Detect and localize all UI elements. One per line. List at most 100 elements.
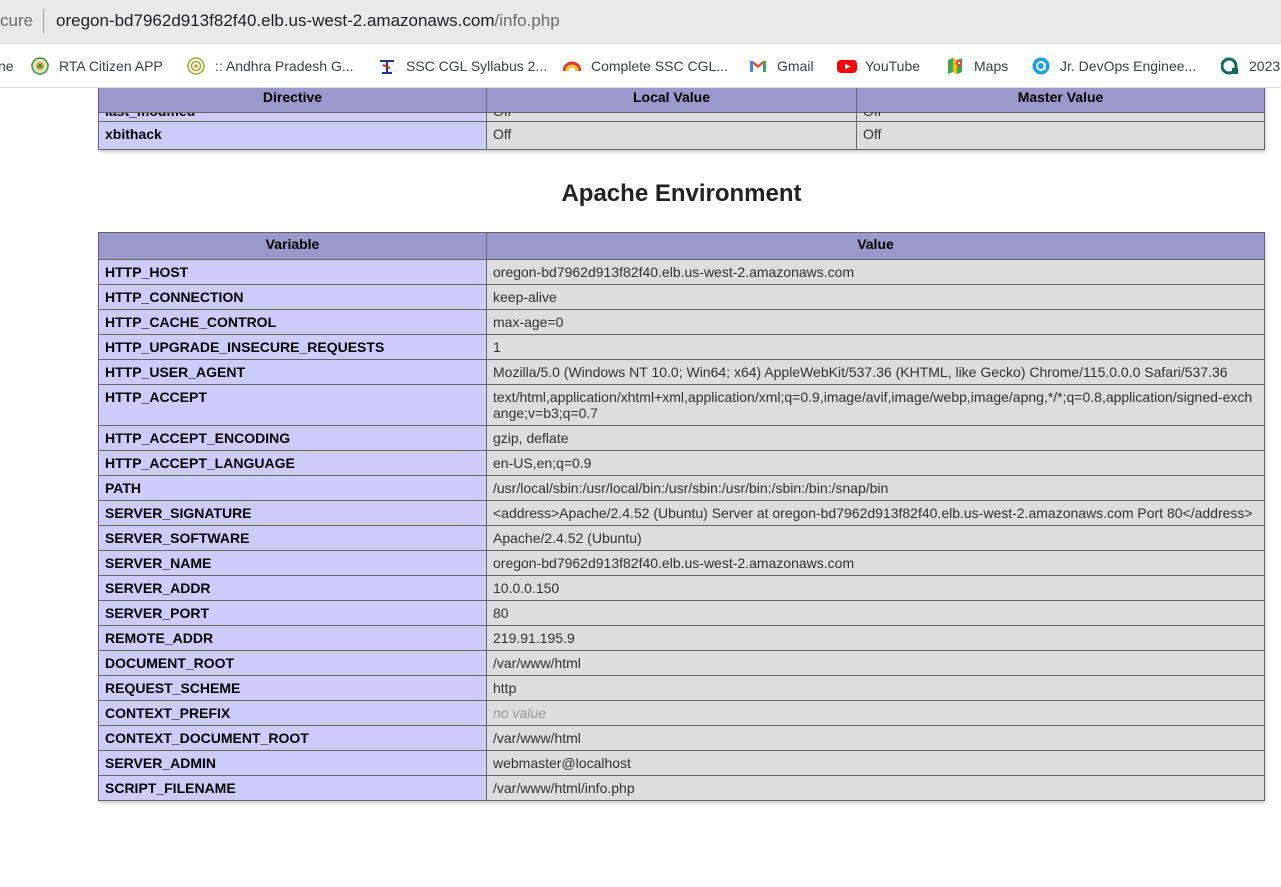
gmail-icon: [749, 57, 767, 75]
variable-value: no value: [486, 700, 1265, 726]
local-value: Off: [486, 121, 857, 150]
ap-govt-emblem-icon: [31, 57, 49, 75]
table-row: HTTP_USER_AGENT Mozilla/5.0 (Windows NT 1…: [98, 359, 1265, 385]
table-row: REMOTE_ADDR 219.91.195.9: [98, 625, 1265, 651]
bookmark-rta-citizen-app[interactable]: RTA Citizen APP: [31, 55, 163, 77]
master-value: Off: [856, 107, 1265, 122]
section-title: Apache Environment: [561, 180, 802, 207]
column-header: Master Value: [856, 88, 1265, 113]
url-host: oregon-bd7962d913f82f40.elb.us-west-2.am…: [56, 11, 495, 30]
bookmark-partial[interactable]: ne: [0, 55, 14, 77]
bookmark-complete-ssc-cgl[interactable]: Complete SSC CGL...: [563, 55, 728, 77]
variable-value: webmaster@localhost: [486, 750, 1265, 776]
variable-value: /var/www/html: [486, 725, 1265, 751]
variable-value: 80: [486, 600, 1265, 626]
table-row: HTTP_CACHE_CONTROL max-age=0: [98, 309, 1265, 335]
table-row: SERVER_ADMIN webmaster@localhost: [98, 750, 1265, 776]
env-table-body: HTTP_HOST oregon-bd7962d913f82f40.elb.us-…: [98, 259, 1265, 801]
phpinfo-page: Directive Local Value Master Value last_…: [0, 88, 1281, 887]
variable-name: HTTP_UPGRADE_INSECURE_REQUESTS: [98, 334, 487, 360]
table-row: HTTP_ACCEPT_ENCODING gzip, deflate: [98, 425, 1265, 451]
security-label[interactable]: cure: [0, 11, 33, 31]
maps-icon: [946, 57, 964, 75]
variable-value: en-US,en;q=0.9: [486, 450, 1265, 476]
variable-name: REQUEST_SCHEME: [98, 675, 487, 701]
ssc-runner-icon: [378, 57, 396, 75]
table-row: REQUEST_SCHEME http: [98, 675, 1265, 701]
master-value: Off: [856, 121, 1265, 150]
bookmark-label: :: Andhra Pradesh G...: [215, 58, 354, 74]
column-header: Value: [486, 232, 1265, 260]
column-header: Variable: [98, 232, 487, 260]
variable-name: SERVER_ADDR: [98, 575, 487, 601]
variable-name: SCRIPT_FILENAME: [98, 775, 487, 801]
variable-value: Mozilla/5.0 (Windows NT 10.0; Win64; x64…: [486, 359, 1265, 385]
table-row: SERVER_ADDR 10.0.0.150: [98, 575, 1265, 601]
table-row: HTTP_CONNECTION keep-alive: [98, 284, 1265, 310]
variable-value: 1: [486, 334, 1265, 360]
variable-value: 219.91.195.9: [486, 625, 1265, 651]
column-header: Directive: [98, 88, 487, 113]
table-row: last_modified Off Off: [98, 107, 1265, 122]
bookmark-jr-devops-engineer[interactable]: Jr. DevOps Enginee...: [1032, 55, 1196, 77]
variable-name: CONTEXT_DOCUMENT_ROOT: [98, 725, 487, 751]
table-row: SCRIPT_FILENAME/var/www/html/info.php: [98, 775, 1265, 801]
directive-name: last_modified: [98, 112, 487, 122]
variable-value: http: [486, 675, 1265, 701]
bookmarks-bar: ne RTA Citizen APP :: Andhra Pradesh G..…: [0, 44, 1281, 88]
table-header-row: Directive Local Value Master Value: [98, 88, 1265, 113]
bookmark-maps[interactable]: Maps: [946, 55, 1008, 77]
table-row: HTTP_HOST oregon-bd7962d913f82f40.elb.us-…: [98, 259, 1265, 285]
bookmark-2023[interactable]: 2023: [1221, 55, 1280, 77]
table-row: PATH/usr/local/sbin:/usr/local/bin:/usr/…: [98, 475, 1265, 501]
variable-name: HTTP_ACCEPT_ENCODING: [98, 425, 487, 451]
bookmark-ssc-cgl-syllabus[interactable]: SSC CGL Syllabus 2...: [378, 55, 547, 77]
variable-value: /var/www/html: [486, 650, 1265, 676]
variable-value: /usr/local/sbin:/usr/local/bin:/usr/sbin…: [486, 475, 1265, 501]
variable-value: 10.0.0.150: [486, 575, 1265, 601]
variable-value: keep-alive: [486, 284, 1265, 310]
teal-logo-icon: [1221, 57, 1239, 75]
variable-name: HTTP_USER_AGENT: [98, 359, 487, 385]
table-row: SERVER_SIGNATURE <address>Apache/2.4.52 (…: [98, 500, 1265, 526]
url-path: /info.php: [494, 11, 560, 30]
table-row: CONTEXT_PREFIX no value: [98, 700, 1265, 726]
table-row: HTTP_ACCEPT_LANGUAGE en-US,en;q=0.9: [98, 450, 1265, 476]
variable-name: CONTEXT_PREFIX: [98, 700, 487, 726]
variable-name: SERVER_SOFTWARE: [98, 525, 487, 551]
bookmark-label: SSC CGL Syllabus 2...: [406, 58, 548, 74]
directive-table: Directive Local Value Master Value last_…: [98, 88, 1265, 150]
bookmark-gmail[interactable]: Gmail: [749, 55, 814, 77]
bookmark-label: RTA Citizen APP: [59, 58, 163, 74]
local-value: Off: [486, 107, 857, 122]
table-header-row: Variable Value: [98, 232, 1265, 260]
bookmark-andhra-pradesh[interactable]: :: Andhra Pradesh G...: [187, 55, 354, 77]
variable-value: text/html,application/xhtml+xml,applicat…: [486, 384, 1265, 426]
variable-name: HTTP_ACCEPT_LANGUAGE: [98, 450, 487, 476]
table-row: SERVER_NAME oregon-bd7962d913f82f40.elb.u…: [98, 550, 1265, 576]
variable-name: SERVER_PORT: [98, 600, 487, 626]
variable-value: max-age=0: [486, 309, 1265, 335]
rainbow-arc-icon: [563, 57, 581, 75]
variable-name: HTTP_ACCEPT: [98, 384, 487, 426]
address-bar[interactable]: cure oregon-bd7962d913f82f40.elb.us-west…: [0, 0, 1281, 44]
variable-value: oregon-bd7962d913f82f40.elb.us-west-2.am…: [486, 550, 1265, 576]
bookmark-label: Maps: [974, 58, 1009, 74]
youtube-icon: [837, 57, 857, 75]
no-value-text: no value: [493, 705, 546, 721]
variable-value: Apache/2.4.52 (Ubuntu): [486, 525, 1265, 551]
ap-seal-icon: [187, 57, 205, 75]
table-row: DOCUMENT_ROOT/var/www/html: [98, 650, 1265, 676]
variable-value: gzip, deflate: [486, 425, 1265, 451]
address-divider: [43, 9, 44, 33]
table-row: HTTP_UPGRADE_INSECURE_REQUESTS 1: [98, 334, 1265, 360]
variable-value: oregon-bd7962d913f82f40.elb.us-west-2.am…: [486, 259, 1265, 285]
url-text[interactable]: oregon-bd7962d913f82f40.elb.us-west-2.am…: [56, 11, 560, 31]
column-header: Local Value: [486, 88, 857, 113]
table-row: xbithack Off Off: [98, 121, 1265, 150]
variable-name: REMOTE_ADDR: [98, 625, 487, 651]
bookmark-youtube[interactable]: YouTube: [837, 55, 920, 77]
apache-environment-table: Variable Value HTTP_HOST oregon-bd7962d91…: [98, 232, 1265, 801]
variable-name: HTTP_CONNECTION: [98, 284, 487, 310]
bookmark-label: ne: [0, 58, 14, 74]
